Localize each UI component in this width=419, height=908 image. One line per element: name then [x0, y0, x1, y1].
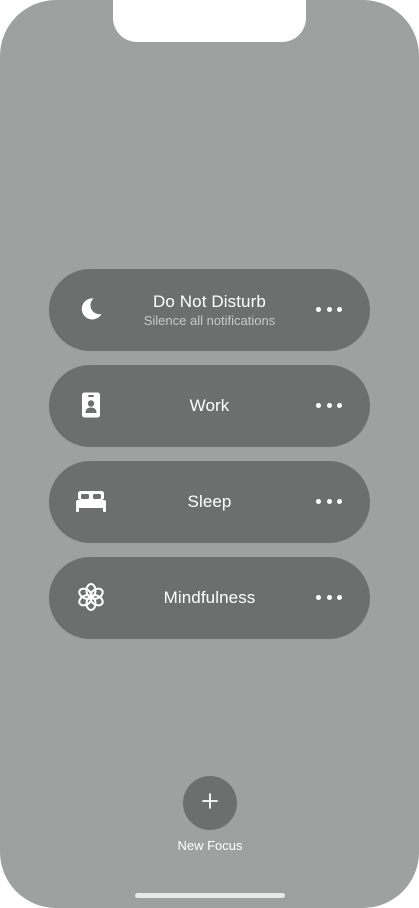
focus-title: Sleep [187, 492, 232, 511]
moon-icon [75, 293, 107, 325]
ellipsis-dot [337, 306, 342, 312]
focus-sleep[interactable]: Sleep [49, 461, 370, 543]
ellipsis-dot [316, 402, 321, 408]
focus-title: Do Not Disturb [153, 291, 266, 311]
focus-work[interactable]: Work [49, 365, 370, 447]
focus-text: Sleep [109, 461, 310, 543]
ellipsis-dot [337, 594, 342, 600]
more-options-button[interactable] [316, 299, 342, 319]
focus-text: Do Not Disturb Silence all notifications [109, 269, 310, 351]
focus-subtitle: Silence all notifications [143, 312, 276, 328]
ellipsis-dot [326, 594, 332, 600]
focus-title: Mindfulness [163, 588, 256, 607]
more-options-button[interactable] [316, 587, 342, 607]
focus-do-not-disturb[interactable]: Do Not Disturb Silence all notifications [49, 269, 370, 351]
home-indicator[interactable] [135, 893, 285, 898]
ellipsis-dot [326, 402, 332, 408]
ellipsis-dot [326, 498, 332, 504]
bed-icon [75, 485, 107, 517]
focus-list: Do Not Disturb Silence all notifications [49, 269, 370, 653]
focus-text: Work [109, 365, 310, 447]
focus-mindfulness[interactable]: Mindfulness [49, 557, 370, 639]
mindfulness-flower-icon [75, 581, 107, 613]
ellipsis-dot [326, 306, 332, 312]
plus-icon [202, 792, 218, 814]
id-badge-icon [75, 389, 107, 421]
focus-screen: Do Not Disturb Silence all notifications [0, 0, 419, 908]
focus-text: Mindfulness [109, 557, 310, 639]
ellipsis-dot [316, 498, 321, 504]
more-options-button[interactable] [316, 491, 342, 511]
new-focus-label[interactable]: New Focus [150, 838, 270, 853]
ellipsis-dot [337, 402, 342, 408]
more-options-button[interactable] [316, 395, 342, 415]
ellipsis-dot [337, 498, 342, 504]
new-focus-button[interactable] [183, 776, 237, 830]
device-notch [113, 0, 306, 42]
focus-title: Work [189, 396, 230, 415]
ellipsis-dot [316, 306, 321, 312]
ellipsis-dot [316, 594, 321, 600]
